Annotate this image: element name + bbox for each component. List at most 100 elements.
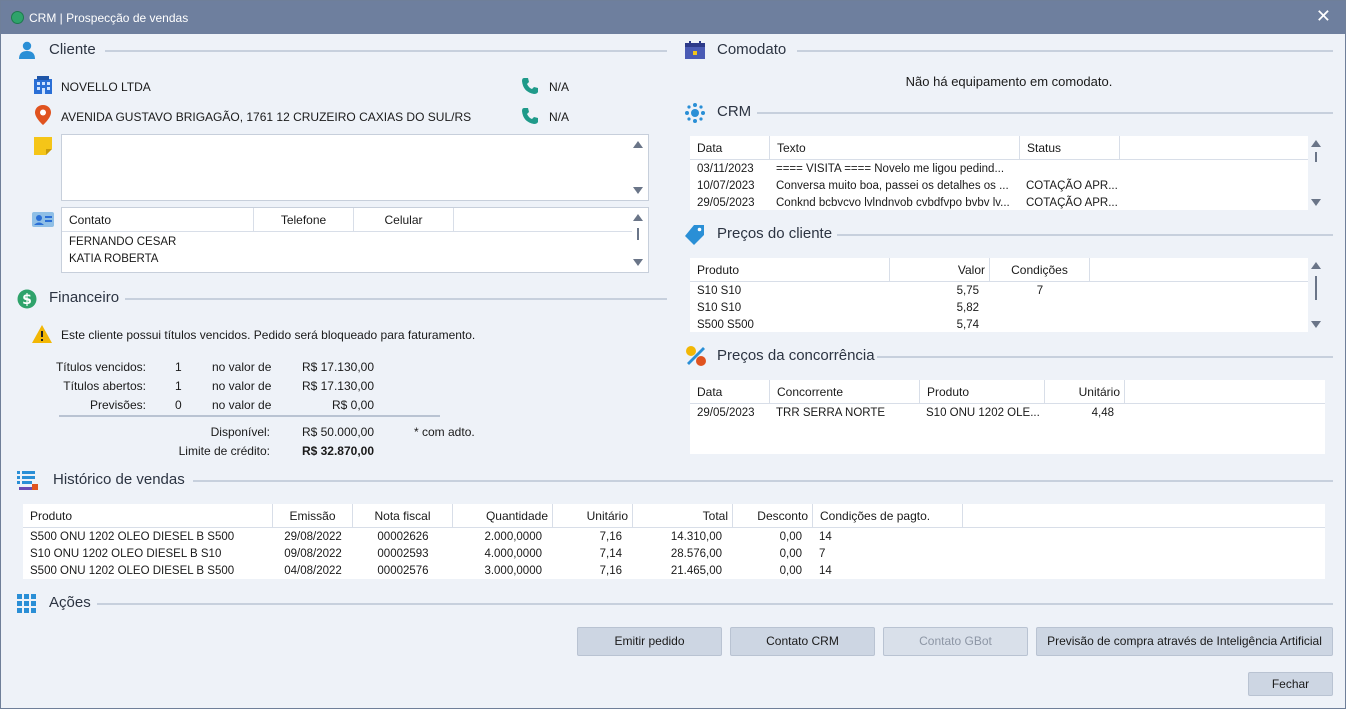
scroll-thumb[interactable]	[1315, 276, 1317, 300]
col-desconto[interactable]: Desconto	[733, 504, 813, 528]
contacts-scrollbar[interactable]	[630, 210, 646, 270]
table-row[interactable]: FERNANDO CESAR	[62, 234, 648, 251]
col-telefone[interactable]: Telefone	[254, 208, 354, 232]
col-data[interactable]: Data	[690, 136, 770, 160]
close-icon[interactable]: ✕	[1316, 7, 1331, 25]
contato-crm-button[interactable]: Contato CRM	[730, 627, 875, 656]
notes-textarea[interactable]	[61, 134, 649, 201]
col-status[interactable]: Status	[1020, 136, 1120, 160]
cell-condicoes	[990, 300, 1090, 317]
fin-label: Previsões:	[89, 398, 146, 412]
table-row[interactable]: 29/05/2023 Conknd bcbvcvo lvlndnvob cvbd…	[690, 195, 1308, 212]
phone-icon[interactable]	[521, 77, 539, 95]
contato-gbot-button[interactable]: Contato GBot	[883, 627, 1028, 656]
col-nota-fiscal[interactable]: Nota fiscal	[353, 504, 453, 528]
cell-contato: FERNANDO CESAR	[69, 236, 177, 248]
section-title: Financeiro	[49, 289, 120, 306]
cell-condicoes: 14	[819, 531, 832, 543]
col-condicoes[interactable]: Condições	[990, 258, 1090, 282]
phone-value-2: N/A	[549, 110, 570, 124]
cell-status	[1019, 161, 1119, 178]
scroll-thumb[interactable]	[637, 228, 639, 240]
cell-quantidade: 2.000,0000	[484, 531, 542, 543]
table-row[interactable]: 03/11/2023 ==== VISITA ==== Novelo me li…	[690, 161, 1308, 178]
title-bar: CRM | Prospecção de vendas ✕	[1, 1, 1345, 34]
col-celular[interactable]: Celular	[354, 208, 454, 232]
cell-desconto: 0,00	[779, 565, 802, 577]
col-data[interactable]: Data	[690, 380, 770, 404]
divider	[837, 234, 1333, 236]
scroll-up-icon[interactable]	[1311, 262, 1321, 269]
col-contato[interactable]: Contato	[62, 208, 254, 232]
cell-total: 21.465,00	[670, 565, 722, 577]
scroll-up-icon[interactable]	[633, 214, 643, 221]
previsao-ia-button[interactable]: Previsão de compra através de Inteligênc…	[1036, 627, 1333, 656]
grid-header: Data Texto Status	[690, 136, 1308, 160]
col-produto[interactable]: Produto	[23, 504, 273, 528]
table-row[interactable]: S500 ONU 1202 OLEO DIESEL B S500 29/08/2…	[23, 529, 1325, 546]
table-row[interactable]: S10 S10 5,82	[690, 300, 1308, 317]
phone-icon[interactable]	[521, 107, 539, 125]
fin-label: Títulos vencidos:	[55, 360, 146, 374]
col-produto[interactable]: Produto	[690, 258, 890, 282]
table-row[interactable]: S500 ONU 1202 OLEO DIESEL B S500 04/08/2…	[23, 563, 1325, 580]
scroll-thumb[interactable]	[1315, 152, 1317, 162]
scroll-up-icon[interactable]	[633, 141, 643, 148]
scroll-down-icon[interactable]	[633, 187, 643, 194]
section-comodato: Comodato	[685, 39, 1333, 61]
cell-unitario: 7,14	[599, 548, 622, 560]
col-total[interactable]: Total	[633, 504, 733, 528]
cell-data: 03/11/2023	[697, 163, 754, 175]
cell-data: 29/05/2023	[697, 407, 755, 419]
warning-icon	[32, 325, 52, 343]
col-concorrente[interactable]: Concorrente	[770, 380, 920, 404]
col-quantidade[interactable]: Quantidade	[453, 504, 553, 528]
col-texto[interactable]: Texto	[770, 136, 1020, 160]
col-emissao[interactable]: Emissão	[273, 504, 353, 528]
col-valor[interactable]: Valor	[890, 258, 990, 282]
fechar-button[interactable]: Fechar	[1248, 672, 1333, 696]
cell-emissao: 04/08/2022	[284, 565, 342, 577]
scroll-up-icon[interactable]	[1311, 140, 1321, 147]
fin-mid: no valor de	[212, 379, 272, 393]
col-unitario[interactable]: Unitário	[1045, 380, 1125, 404]
emitir-pedido-button[interactable]: Emitir pedido	[577, 627, 722, 656]
scroll-down-icon[interactable]	[1311, 321, 1321, 328]
grid-apps-icon	[17, 594, 36, 613]
crm-scrollbar[interactable]	[1308, 136, 1324, 210]
contacts-grid: Contato Telefone Celular FERNANDO CESAR …	[61, 207, 649, 273]
overdue-warning: Este cliente possui títulos vencidos. Pe…	[61, 328, 476, 342]
adto-note: * com adto.	[414, 425, 475, 439]
precos-cliente-scrollbar[interactable]	[1308, 258, 1324, 332]
table-row[interactable]: S500 S500 5,74	[690, 317, 1308, 334]
col-unitario[interactable]: Unitário	[553, 504, 633, 528]
section-title: Histórico de vendas	[53, 471, 185, 488]
cell-quantidade: 3.000,0000	[484, 565, 542, 577]
table-row[interactable]: S10 ONU 1202 OLEO DIESEL B S10 09/08/202…	[23, 546, 1325, 563]
crm-grid: Data Texto Status 03/11/2023 ==== VISITA…	[690, 136, 1308, 210]
limite-label: Limite de crédito:	[178, 444, 270, 458]
cell-unitario: 7,16	[599, 565, 622, 577]
fin-value: R$ 0,00	[331, 398, 374, 412]
col-produto[interactable]: Produto	[920, 380, 1045, 404]
cell-condicoes: 7	[1036, 285, 1044, 297]
table-row[interactable]: KATIA ROBERTA	[62, 251, 648, 268]
cell-nota: 00002626	[377, 531, 429, 543]
network-icon	[685, 103, 705, 123]
section-precos-cliente: Preços do cliente	[685, 223, 1333, 245]
precos-concorrencia-grid: Data Concorrente Produto Unitário 29/05/…	[690, 380, 1325, 454]
cell-status: COTAÇÃO APR...	[1026, 197, 1118, 209]
calendar-icon	[685, 41, 705, 59]
table-row[interactable]: 29/05/2023 TRR SERRA NORTE S10 ONU 1202 …	[690, 405, 1325, 422]
cell-produto: S500 ONU 1202 OLEO DIESEL B S500	[30, 565, 235, 577]
window-title: CRM | Prospecção de vendas	[29, 11, 189, 25]
scroll-down-icon[interactable]	[1311, 199, 1321, 206]
scroll-down-icon[interactable]	[633, 259, 643, 266]
notes-scrollbar[interactable]	[630, 137, 646, 198]
table-row[interactable]: 10/07/2023 Conversa muito boa, passei os…	[690, 178, 1308, 195]
cell-condicoes: 7	[819, 548, 826, 560]
col-condicoes[interactable]: Condições de pagto.	[813, 504, 963, 528]
fin-label: Títulos abertos:	[63, 379, 146, 393]
cell-status: COTAÇÃO APR...	[1026, 180, 1118, 192]
table-row[interactable]: S10 S10 5,75 7	[690, 283, 1308, 300]
